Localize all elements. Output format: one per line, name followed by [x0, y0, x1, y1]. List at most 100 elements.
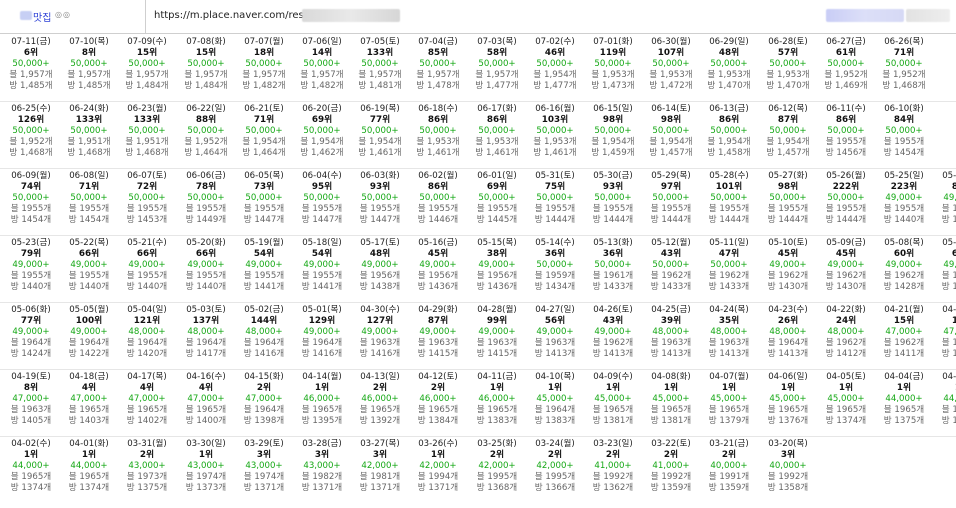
day-save-count: 50,000+ [594, 192, 632, 203]
day-cell: 03-24(월) 2위 42,000+ 블 1995개 방 1366개 [527, 439, 583, 505]
day-date: 06-26(목) [884, 37, 924, 47]
day-blog-review-count: 블 1,954개 [242, 136, 286, 147]
day-blog-review-count: 블 1,952개 [824, 69, 868, 80]
day-blog-review-count: 블 1961개 [592, 270, 634, 281]
day-date: 05-09(금) [826, 238, 866, 248]
day-cell: 05-27(화) 98위 50,000+ 블 1955개 방 1444개 [760, 171, 816, 237]
day-save-count: 49,000+ [303, 326, 341, 337]
day-rank: 1위 [198, 449, 214, 460]
day-visitor-review-count: 방 1405개 [10, 415, 52, 426]
day-save-count: 49,000+ [478, 259, 516, 270]
day-blog-review-count: 블 1,957개 [242, 69, 286, 80]
day-save-count: 50,000+ [710, 58, 748, 69]
day-visitor-review-count: 방 1381개 [650, 415, 692, 426]
day-rank: 45위 [427, 248, 449, 259]
day-date: 06-13(금) [709, 104, 749, 114]
day-date: 03-22(토) [651, 439, 691, 449]
day-rank: 1위 [663, 382, 679, 393]
day-cell: 03-25(화) 2위 42,000+ 블 1995개 방 1368개 [469, 439, 525, 505]
day-save-count: 50,000+ [419, 125, 457, 136]
day-save-count: 50,000+ [187, 58, 225, 69]
day-rank: 1위 [838, 382, 854, 393]
day-date: 06-08(일) [69, 171, 109, 181]
day-save-count: 50,000+ [128, 192, 166, 203]
day-cell: 05-24(토)85위49,000+블 1955개방 1440개 [934, 171, 956, 237]
day-date: 06-06(금) [186, 171, 226, 181]
day-visitor-review-count: 방 1,461개 [475, 147, 519, 158]
day-cell: 06-16(월) 103위 50,000+ 블 1,953개 방 1,461개 [527, 104, 583, 170]
day-save-count: 46,000+ [419, 393, 457, 404]
day-cell: 04-14(월) 1위 46,000+ 블 1965개 방 1395개 [294, 372, 350, 438]
day-cell: 05-01(목) 129위 49,000+ 블 1964개 방 1416개 [294, 305, 350, 371]
day-date: 03-26(수) [418, 439, 458, 449]
day-cell: 05-31(토) 75위 50,000+ 블 1955개 방 1444개 [527, 171, 583, 237]
day-blog-review-count: 블 1965개 [10, 471, 52, 482]
day-cell: 06-22(일) 88위 50,000+ 블 1,952개 방 1,464개 [178, 104, 234, 170]
day-date: 04-28(월) [477, 305, 517, 315]
day-rank: 99위 [486, 315, 508, 326]
day-cell: 05-18(일) 54위 49,000+ 블 1955개 방 1441개 [294, 238, 350, 304]
day-date: 06-30(월) [651, 37, 691, 47]
day-save-count: 48,000+ [128, 326, 166, 337]
day-rank: 223위 [890, 181, 918, 192]
day-date: 04-19(토) [11, 372, 51, 382]
day-date: 06-18(수) [418, 104, 458, 114]
day-visitor-review-count: 방 1428개 [883, 281, 925, 292]
day-visitor-review-count: 방 1375개 [883, 415, 925, 426]
day-cell: 04-05(토) 1위 45,000+ 블 1965개 방 1374개 [818, 372, 874, 438]
day-blog-review-count: 블 1,957개 [9, 69, 53, 80]
day-cell: 05-11(일) 47위 50,000+ 블 1962개 방 1433개 [701, 238, 757, 304]
day-visitor-review-count: 방 1,470개 [766, 80, 810, 91]
day-date: 05-19(월) [244, 238, 284, 248]
day-visitor-review-count: 방 1415개 [476, 348, 518, 359]
day-visitor-review-count: 방 1,464개 [242, 147, 286, 158]
day-cell: 06-24(화) 133위 50,000+ 블 1,951개 방 1,468개 [61, 104, 117, 170]
day-blog-review-count: 블 1,957개 [358, 69, 402, 80]
header-bar: 맛집 ◎◎ https://m.place.naver.com/restaura… [0, 0, 956, 33]
day-rank: 86위 [427, 114, 449, 125]
day-save-count: 50,000+ [652, 192, 690, 203]
day-rank: 61위 [835, 47, 857, 58]
day-blog-review-count: 블 1964개 [301, 337, 343, 348]
day-save-count: 45,000+ [827, 393, 865, 404]
day-blog-review-count: 블 1963개 [650, 337, 692, 348]
day-rank: 39위 [660, 315, 682, 326]
day-rank: 48위 [718, 47, 740, 58]
day-save-count: 50,000+ [245, 58, 283, 69]
day-visitor-review-count: 방 1446개 [417, 214, 459, 225]
day-cell: 04-25(금) 39위 48,000+ 블 1963개 방 1413개 [643, 305, 699, 371]
day-rank: 75위 [544, 181, 566, 192]
day-cell: 06-01(일) 69위 50,000+ 블 1955개 방 1445개 [469, 171, 525, 237]
day-save-count: 50,000+ [303, 125, 341, 136]
day-visitor-review-count: 방 1,472개 [649, 80, 693, 91]
day-blog-review-count: 블 1,954개 [649, 136, 693, 147]
day-cell: 04-02(수) 1위 44,000+ 블 1965개 방 1374개 [3, 439, 59, 505]
day-date: 04-25(금) [651, 305, 691, 315]
day-blog-review-count: 블 1955개 [301, 203, 343, 214]
day-visitor-review-count: 방 1444개 [592, 214, 634, 225]
day-visitor-review-count: 방 1374개 [941, 415, 956, 426]
day-cell: 04-11(금) 1위 46,000+ 블 1965개 방 1383개 [469, 372, 525, 438]
day-rank: 86위 [835, 114, 857, 125]
day-blog-review-count: 블 1,957개 [475, 69, 519, 80]
day-date: 06-09(월) [11, 171, 51, 181]
day-rank: 2위 [372, 382, 388, 393]
day-rank: 43위 [660, 248, 682, 259]
day-cell: 04-20(일)10위47,000+블 1962개방 1408개 [934, 305, 956, 371]
day-blog-review-count: 블 1965개 [650, 404, 692, 415]
day-visitor-review-count: 방 1438개 [359, 281, 401, 292]
redacted-place-extra [906, 9, 950, 22]
day-rank: 133위 [133, 114, 161, 125]
day-blog-review-count: 블 1955개 [10, 270, 52, 281]
day-save-count: 49,000+ [943, 259, 956, 270]
day-cell: 07-02(수) 46위 50,000+ 블 1,954개 방 1,477개 [527, 37, 583, 103]
day-rank: 69위 [951, 248, 956, 259]
day-rank: 1위 [489, 382, 505, 393]
day-cell: 07-05(토) 133위 50,000+ 블 1,957개 방 1,481개 [352, 37, 408, 103]
day-date: 05-18(일) [302, 238, 342, 248]
day-date: 06-27(금) [826, 37, 866, 47]
search-keyword[interactable]: 맛집 [33, 9, 51, 24]
day-rank: 107위 [657, 47, 685, 58]
day-blog-review-count: 블 1,953개 [707, 69, 751, 80]
day-date: 05-14(수) [535, 238, 575, 248]
